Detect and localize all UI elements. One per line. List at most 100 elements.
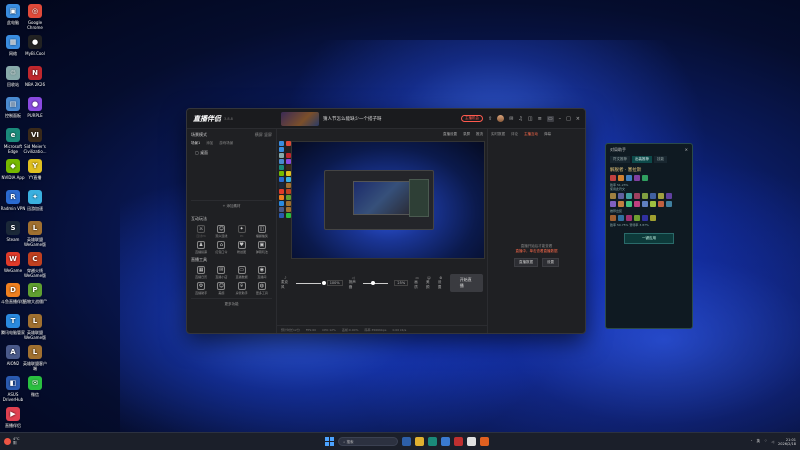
add-source-button[interactable]: + 添加素材	[191, 200, 272, 212]
tab-build[interactable]: 出装推荐	[632, 156, 652, 163]
speaker-volume-value[interactable]: 25%	[394, 280, 409, 286]
item-slot-icon[interactable]	[618, 201, 624, 207]
edge-icon[interactable]	[428, 437, 438, 446]
settings-control[interactable]: ⚙ 设置	[438, 276, 444, 290]
item-slot-icon[interactable]	[666, 201, 672, 207]
tool-button[interactable]: ⌂ 红包口令	[211, 241, 231, 254]
desktop-icon[interactable]: N NBA 2K26	[22, 66, 48, 87]
beauty-control[interactable]: ☺ 美颜	[426, 276, 432, 290]
clock[interactable]: 21:01 2026/2/18	[778, 438, 796, 446]
tool-button[interactable]: ◫ 福袋抽奖	[252, 225, 272, 238]
item-slot-icon[interactable]	[642, 201, 648, 207]
headset-icon[interactable]: ♫	[518, 116, 522, 122]
tab-danmaku[interactable]: 弹幕	[544, 132, 551, 137]
menu-icon[interactable]: ≡	[538, 116, 542, 122]
tool-button[interactable]: ✦ PK	[232, 225, 252, 238]
windows-start-icon[interactable]	[325, 437, 335, 446]
desktop-icon[interactable]: Y YY直播	[22, 159, 48, 180]
tool-button[interactable]: ⌾ 房管助手	[232, 282, 252, 295]
item-slot-icon[interactable]	[626, 201, 632, 207]
desktop-icon[interactable]: C 穿越火线WeGame版	[22, 252, 48, 278]
store-icon[interactable]	[441, 437, 451, 446]
tab-runes[interactable]: 符文推荐	[610, 156, 630, 163]
tool-button[interactable]: ◉ 直播间	[252, 266, 272, 279]
volume-icon[interactable]: ◁	[771, 440, 774, 444]
mic-volume-value[interactable]: 100%	[326, 280, 343, 286]
start-live-button[interactable]: 开始直播	[449, 274, 483, 292]
empty-line-2[interactable]: 直播中，单击查看直播数据	[488, 249, 585, 254]
tab-comments[interactable]: 评论	[511, 132, 518, 137]
live-title[interactable]: 猜人节怎么能缺少一个搭子呀	[323, 116, 382, 122]
item-slot-icon[interactable]	[634, 175, 640, 181]
quality-control[interactable]: ▭ 画质	[414, 276, 420, 290]
message-icon[interactable]: ✉	[509, 116, 513, 122]
weather-widget[interactable]: 4°C 阴	[4, 437, 64, 446]
task-view-icon[interactable]	[402, 437, 412, 446]
desktop-icon[interactable]: ✉ 微信	[22, 376, 48, 397]
tray-chevron-icon[interactable]: ˄	[751, 440, 753, 444]
tool-button[interactable]: ⚔ 连线PK	[191, 225, 211, 238]
item-slot-icon[interactable]	[618, 193, 624, 199]
speaker-slider-knob[interactable]	[371, 280, 376, 285]
desktop-icon[interactable]: ▶ 直播伴侣	[0, 407, 26, 428]
item-slot-icon[interactable]	[642, 215, 648, 221]
desktop-icon[interactable]: VI Sid Meier's Civilizatio...	[22, 128, 48, 154]
item-slot-icon[interactable]	[610, 201, 616, 207]
item-slot-icon[interactable]	[626, 193, 632, 199]
tool-button[interactable]: ☺ 美颜	[211, 282, 231, 295]
share-icon[interactable]: ⇪	[488, 116, 492, 122]
language-indicator[interactable]: 英	[757, 439, 761, 444]
item-slot-icon[interactable]	[626, 215, 632, 221]
tool-button[interactable]: ✉ 直播小店	[211, 266, 231, 279]
speaker-volume-slider[interactable]	[363, 280, 389, 285]
live-info[interactable]: 猜人节怎么能缺少一个搭子呀	[277, 111, 461, 126]
tool-button[interactable]: ♟ 直播投票	[191, 241, 211, 254]
browser-task-icon[interactable]	[467, 437, 477, 446]
live-settings-button[interactable]: 直播设置	[443, 132, 457, 138]
desktop-icon[interactable]: L 英雄联盟WeGame版	[22, 221, 48, 247]
item-slot-icon[interactable]	[610, 215, 616, 221]
stream-button[interactable]: 推流	[476, 132, 483, 138]
gift-icon[interactable]: ◫	[528, 116, 533, 122]
more-functions-button[interactable]: 更多功能	[191, 298, 272, 307]
minimize-icon[interactable]: –	[559, 116, 562, 122]
item-slot-icon[interactable]	[634, 215, 640, 221]
item-slot-icon[interactable]	[642, 193, 648, 199]
game-task-icon[interactable]	[480, 437, 490, 446]
item-slot-icon[interactable]	[650, 193, 656, 199]
desktop-icon[interactable]: L 英雄联盟客户端	[22, 345, 48, 371]
tool-button[interactable]: ▭ 直播数据	[232, 266, 252, 279]
tab-game-scene[interactable]: 游戏场景	[219, 141, 233, 146]
desktop-icon[interactable]: L 英雄联盟WeGame版	[22, 314, 48, 340]
file-explorer-icon[interactable]	[415, 437, 425, 446]
scene-mode-title[interactable]: 场景模式	[191, 132, 207, 138]
item-slot-icon[interactable]	[610, 193, 616, 199]
tab-add[interactable]: 添加	[206, 141, 213, 146]
desktop-icon[interactable]: ● MyBi.Cool	[22, 35, 48, 56]
tool-button[interactable]: ▣ 弹幕玩法	[252, 241, 272, 254]
network-icon[interactable]: ⌔	[764, 439, 767, 444]
mic-volume-slider[interactable]	[295, 280, 326, 285]
desktop-icon[interactable]: ✦ 迅游加速	[22, 190, 48, 211]
avatar[interactable]	[497, 115, 505, 122]
item-slot-icon[interactable]	[650, 215, 656, 221]
tool-button[interactable]: ♥ 粉丝团	[232, 241, 252, 254]
live-companion-task-icon[interactable]	[454, 437, 464, 446]
tab-skills[interactable]: 技能	[654, 156, 667, 163]
live-cover-thumbnail[interactable]	[281, 111, 319, 126]
tool-button[interactable]: ☺ 观众连线	[211, 225, 231, 238]
settings-button[interactable]: 设置	[542, 258, 559, 267]
maximize-icon[interactable]: □	[566, 116, 571, 122]
tool-button[interactable]: ◍ 更多工具	[252, 282, 272, 295]
item-slot-icon[interactable]	[610, 175, 616, 181]
desktop-icon[interactable]: P 植物大战僵尸	[22, 283, 48, 304]
item-slot-icon[interactable]	[658, 193, 664, 199]
item-slot-icon[interactable]	[666, 193, 672, 199]
portrait-toggle[interactable]: 竖屏	[264, 132, 272, 137]
item-slot-icon[interactable]	[634, 193, 640, 199]
tool-button[interactable]: ⚙ 直播助手	[191, 282, 211, 295]
live-data-button[interactable]: 直播数据	[514, 258, 538, 267]
tab-interaction[interactable]: 主播互动	[524, 132, 538, 137]
stream-preview[interactable]	[291, 141, 485, 259]
record-button[interactable]: 录屏	[463, 132, 470, 138]
